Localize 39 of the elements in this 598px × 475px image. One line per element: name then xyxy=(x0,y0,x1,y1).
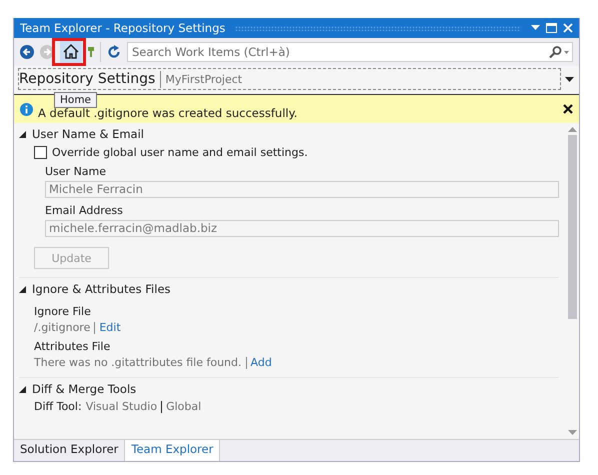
field-label: Email Address xyxy=(45,204,124,217)
section-title: User Name & Email xyxy=(32,127,144,141)
tool-scope: Global xyxy=(166,400,202,413)
highlight-frame xyxy=(52,38,86,66)
field-label: User Name xyxy=(45,165,108,178)
link[interactable]: Add xyxy=(250,356,272,369)
tool-label: Diff Tool: xyxy=(34,400,82,413)
scroll-up-icon[interactable] xyxy=(568,127,576,132)
back-icon[interactable] xyxy=(20,45,34,59)
section-header[interactable]: User Name & Email xyxy=(19,123,559,144)
forward-icon[interactable] xyxy=(40,45,54,59)
project-name: MyFirstProject xyxy=(165,72,242,86)
dropdown-icon[interactable] xyxy=(565,76,574,82)
section-title: Diff & Merge Tools xyxy=(32,382,136,396)
section-title: Ignore & Attributes Files xyxy=(32,282,171,296)
file-status: There was no .gitattributes file found. xyxy=(34,356,242,369)
search-field[interactable]: Search Work Items (Ctrl+à) xyxy=(127,42,573,62)
home-icon[interactable] xyxy=(60,41,82,63)
checkbox-label: Override global user name and email settings. xyxy=(52,146,308,159)
info-message: A default .gitignore was created successfully. xyxy=(38,106,298,120)
maximize-icon[interactable] xyxy=(546,23,557,33)
section-header[interactable]: Ignore & Attributes Files xyxy=(19,278,559,299)
refresh-icon[interactable] xyxy=(107,45,121,59)
checkbox[interactable] xyxy=(34,146,47,159)
file-label: Ignore File xyxy=(34,305,92,318)
scroll-down-icon[interactable] xyxy=(568,430,576,435)
tool-value: Visual Studio xyxy=(86,400,158,413)
close-icon[interactable] xyxy=(563,104,573,114)
info-icon xyxy=(20,102,33,116)
page-header[interactable]: Repository Settings MyFirstProject xyxy=(18,68,561,90)
link[interactable]: Edit xyxy=(99,321,121,334)
tab[interactable]: Team Explorer xyxy=(125,440,220,461)
search-icon[interactable] xyxy=(549,46,569,58)
page-title: Repository Settings xyxy=(19,70,162,88)
window-title: Team Explorer - Repository Settings xyxy=(20,21,226,35)
tooltip: Home xyxy=(54,92,98,108)
section-header[interactable]: Diff & Merge Tools xyxy=(19,378,559,399)
file-status: /.gitignore xyxy=(34,321,90,334)
file-label: Attributes File xyxy=(34,340,112,353)
